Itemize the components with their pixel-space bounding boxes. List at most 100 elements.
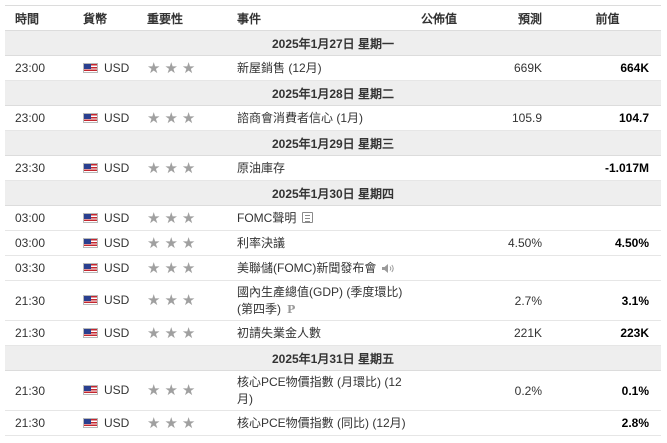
header-event[interactable]: 事件: [227, 5, 413, 31]
header-forecast[interactable]: 預測: [469, 5, 554, 31]
day-date: 2025年1月27日 星期一: [5, 30, 661, 56]
event-time: 03:00: [5, 230, 73, 256]
event-name[interactable]: 利率決議: [237, 236, 285, 250]
event-time: 21:30: [5, 280, 73, 321]
importance-stars-icon: ★★★: [147, 414, 200, 432]
event-previous: [554, 205, 661, 231]
importance-cell: ★★★: [137, 320, 227, 346]
currency: USD: [83, 161, 129, 175]
day-header-row: 2025年1月31日 星期五: [5, 345, 661, 371]
event-row[interactable]: 21:30 USD ★★★ 初請失業金人數 221K 223K: [5, 320, 661, 346]
event-currency-cell: USD: [73, 230, 137, 256]
currency: USD: [83, 416, 129, 430]
event-name[interactable]: FOMC聲明: [237, 211, 296, 225]
event-name-cell[interactable]: 核心PCE物價指數 (同比) (12月): [227, 410, 413, 436]
header-importance[interactable]: 重要性: [137, 5, 227, 31]
event-previous: [554, 255, 661, 281]
event-row[interactable]: 21:30 USD ★★★ 核心PCE物價指數 (月環比) (12月) 0.2% 0.1%: [5, 370, 661, 411]
event-currency-cell: USD: [73, 410, 137, 436]
event-currency-cell: USD: [73, 105, 137, 131]
event-name[interactable]: 新屋銷售 (12月): [237, 61, 322, 75]
calendar-body: 2025年1月27日 星期一 23:00 USD ★★★ 新屋銷售 (12月) 669K 6…: [5, 30, 661, 436]
event-name-cell[interactable]: 新屋銷售 (12月): [227, 55, 413, 81]
event-time: 21:30: [5, 410, 73, 436]
event-forecast: 105.9: [469, 105, 554, 131]
importance-stars-icon: ★★★: [147, 234, 200, 252]
event-actual: [413, 370, 469, 411]
event-currency-cell: USD: [73, 255, 137, 281]
event-previous: 3.1%: [554, 280, 661, 321]
document-icon[interactable]: [302, 211, 314, 223]
event-name-cell[interactable]: FOMC聲明: [227, 205, 413, 231]
event-row[interactable]: 03:00 USD ★★★ FOMC聲明: [5, 205, 661, 231]
event-previous: 0.1%: [554, 370, 661, 411]
day-header-row: 2025年1月27日 星期一: [5, 30, 661, 56]
event-name-cell[interactable]: 核心PCE物價指數 (月環比) (12月): [227, 370, 413, 411]
event-row[interactable]: 23:00 USD ★★★ 諮商會消費者信心 (1月) 105.9 104.7: [5, 105, 661, 131]
currency: USD: [83, 261, 129, 275]
event-forecast: [469, 410, 554, 436]
header-actual[interactable]: 公佈值: [413, 5, 469, 31]
event-actual: [413, 255, 469, 281]
event-name[interactable]: 諮商會消費者信心 (1月): [237, 111, 363, 125]
us-flag-icon: [83, 212, 98, 223]
importance-stars-icon: ★★★: [147, 382, 200, 399]
event-forecast: 2.7%: [469, 280, 554, 321]
event-forecast: [469, 155, 554, 181]
importance-cell: ★★★: [137, 370, 227, 411]
importance-stars-icon: ★★★: [147, 259, 200, 277]
event-row[interactable]: 03:00 USD ★★★ 利率決議 4.50% 4.50%: [5, 230, 661, 256]
event-row[interactable]: 21:30 USD ★★★ 核心PCE物價指數 (同比) (12月) 2.8%: [5, 410, 661, 436]
us-flag-icon: [83, 237, 98, 248]
event-name-cell[interactable]: 利率決議: [227, 230, 413, 256]
event-time: 21:30: [5, 370, 73, 411]
currency: USD: [83, 61, 129, 75]
event-forecast: 4.50%: [469, 230, 554, 256]
event-name-cell[interactable]: 原油庫存: [227, 155, 413, 181]
event-name[interactable]: 核心PCE物價指數 (同比) (12月): [237, 416, 406, 430]
event-row[interactable]: 03:30 USD ★★★ 美聯儲(FOMC)新聞發布會: [5, 255, 661, 281]
event-currency-cell: USD: [73, 55, 137, 81]
event-actual: [413, 105, 469, 131]
event-name-cell[interactable]: 初請失業金人數: [227, 320, 413, 346]
event-actual: [413, 320, 469, 346]
day-date: 2025年1月28日 星期二: [5, 80, 661, 106]
event-row[interactable]: 21:30 USD ★★★ 國內生產總值(GDP) (季度環比) (第四季) P 2.7%…: [5, 280, 661, 321]
event-row[interactable]: 23:00 USD ★★★ 新屋銷售 (12月) 669K 664K: [5, 55, 661, 81]
currency-code: USD: [104, 383, 130, 397]
event-name[interactable]: 核心PCE物價指數 (月環比) (12月): [237, 375, 402, 406]
event-currency-cell: USD: [73, 280, 137, 321]
event-time: 03:30: [5, 255, 73, 281]
calendar-header: 時間 貨幣 重要性 事件 公佈值 預測 前值: [5, 5, 661, 31]
event-name[interactable]: 國內生產總值(GDP) (季度環比) (第四季): [237, 285, 402, 316]
event-forecast: [469, 255, 554, 281]
header-previous[interactable]: 前值: [554, 5, 661, 31]
event-previous: 2.8%: [554, 410, 661, 436]
event-name[interactable]: 美聯儲(FOMC)新聞發布會: [237, 261, 376, 275]
day-date: 2025年1月31日 星期五: [5, 345, 661, 371]
header-time[interactable]: 時間: [5, 5, 73, 31]
speaker-icon[interactable]: [381, 263, 395, 277]
event-row[interactable]: 23:30 USD ★★★ 原油庫存 -1.017M: [5, 155, 661, 181]
us-flag-icon: [83, 62, 98, 73]
event-name[interactable]: 初請失業金人數: [237, 326, 321, 340]
event-name-cell[interactable]: 國內生產總值(GDP) (季度環比) (第四季) P: [227, 280, 413, 321]
currency-code: USD: [104, 160, 130, 175]
event-actual: [413, 205, 469, 231]
event-name-cell[interactable]: 諮商會消費者信心 (1月): [227, 105, 413, 131]
event-name[interactable]: 原油庫存: [237, 161, 285, 175]
header-currency[interactable]: 貨幣: [73, 5, 137, 31]
event-time: 23:00: [5, 105, 73, 131]
currency-code: USD: [104, 235, 130, 250]
event-forecast: 669K: [469, 55, 554, 81]
currency: USD: [83, 383, 129, 397]
currency: USD: [83, 211, 129, 225]
currency-code: USD: [104, 293, 130, 307]
event-time: 21:30: [5, 320, 73, 346]
event-currency-cell: USD: [73, 205, 137, 231]
importance-stars-icon: ★★★: [147, 324, 200, 342]
importance-cell: ★★★: [137, 55, 227, 81]
importance-stars-icon: ★★★: [147, 159, 200, 177]
event-name-cell[interactable]: 美聯儲(FOMC)新聞發布會: [227, 255, 413, 281]
currency: USD: [83, 111, 129, 125]
